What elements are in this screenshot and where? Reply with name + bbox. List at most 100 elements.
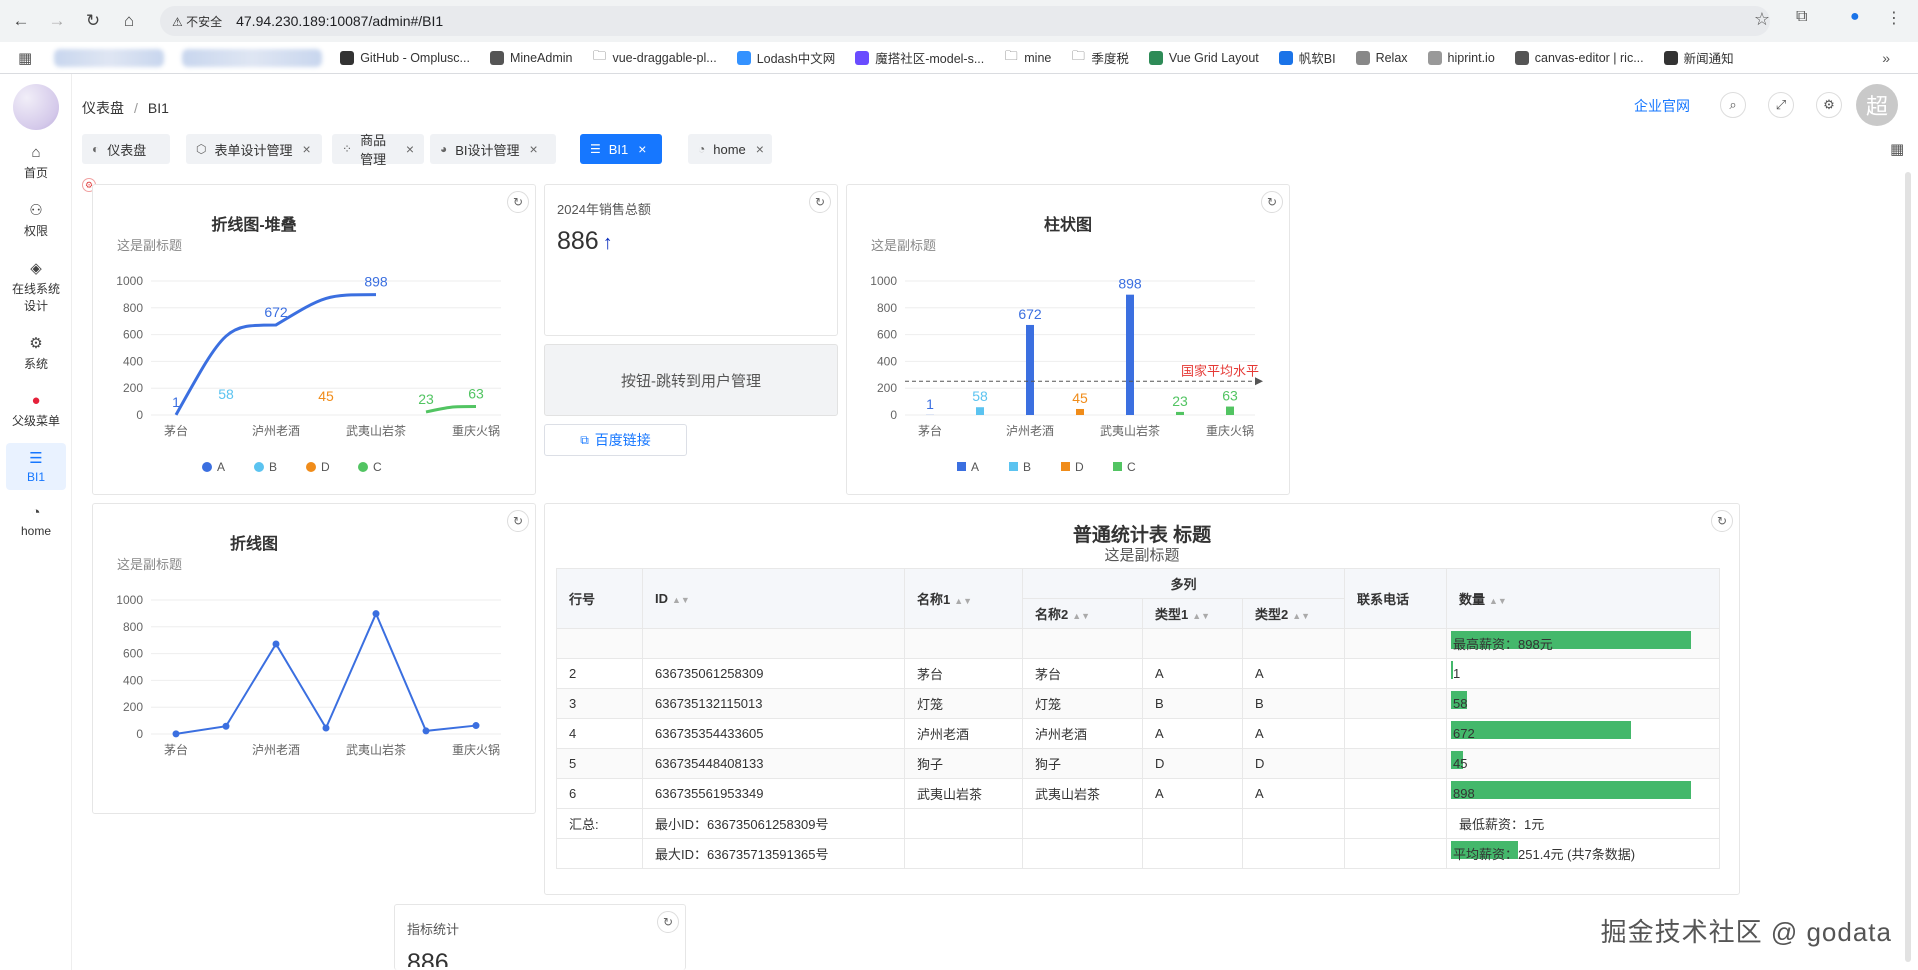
tab-3[interactable]: ◕ BI设计管理 × [430,134,556,164]
jump-user-button[interactable]: 按钮-跳转到用户管理 [544,344,838,416]
bookmark-11[interactable]: canvas-editor | ric... [1514,48,1644,67]
refresh-icon[interactable]: ↻ [809,191,831,213]
col-qty[interactable]: 数量 ▲▼ [1446,568,1720,629]
close-icon[interactable]: × [638,141,646,157]
legend-label: B [269,460,277,474]
data-label: 58 [218,386,234,402]
back-icon[interactable]: ← [6,6,36,36]
wechat-icon: ◔ [31,504,41,521]
x-tick-label: 茅台 [164,423,188,438]
star-icon[interactable]: ☆ [1754,9,1770,30]
cell-type2: A [1242,718,1345,749]
table-row[interactable]: 5 636735448408133 狗子 狗子 D D 45 [556,748,1720,779]
baidu-link-button[interactable]: ⧉ 百度链接 [544,424,687,456]
cube-icon: ⬡ [196,142,207,156]
bookmark-3[interactable]: Lodash中文网 [736,48,835,67]
kebab-menu-icon[interactable]: ⋮ [1886,8,1902,28]
sort-icon: ▲▼ [1192,611,1211,621]
bookmark-4[interactable]: 魔搭社区-model-s... [855,48,984,67]
table-row[interactable]: 最高薪资：898元 [556,628,1720,659]
tab-5[interactable]: ◔ home × [688,134,772,164]
legend-label: C [1127,460,1136,474]
x-tick-label: 武夷山岩茶 [1100,423,1160,438]
data-label: 898 [364,274,388,290]
table-row[interactable]: 2 636735061258309 茅台 茅台 A A 1 [556,658,1720,689]
avatar[interactable]: 超 [1856,84,1898,126]
col-type2[interactable]: 类型2 ▲▼ [1242,598,1345,629]
breadcrumb-item[interactable]: 仪表盘 [82,100,124,116]
bookmark-9[interactable]: Relax [1355,48,1408,67]
legend-swatch [1113,462,1122,471]
cell-name2: 茅台 [1022,658,1143,689]
tab-4[interactable]: ☰ BI1 × [580,134,662,164]
close-icon[interactable]: × [406,141,414,157]
reload-icon[interactable]: ↻ [78,6,108,36]
search-icon[interactable]: ⌕ [1720,92,1746,118]
url-text[interactable]: 47.94.230.189:10087/admin#/BI1 [236,13,443,29]
bookmark-5[interactable]: 🗀 mine [1004,48,1052,67]
forward-icon[interactable]: → [42,6,72,36]
sidebar-item-5[interactable]: ☰ BI1 [6,443,66,490]
bookmark-2[interactable]: 🗀 vue-draggable-pl... [592,47,717,67]
refresh-icon[interactable]: ↻ [657,911,679,933]
blurred-bookmark[interactable] [182,48,323,67]
indicator-stat-card: ↻ 指标统计 886 [394,904,686,970]
summary-min-id: 最小ID：636735061258309号 [642,808,905,839]
sidebar-item-4[interactable]: ● 父级菜单 [6,386,66,435]
github-icon [340,50,355,65]
summary-label: 汇总: [556,808,643,839]
bookmark-0[interactable]: GitHub - Omplusc... [340,48,470,67]
legend-label: A [217,460,225,474]
col-name1[interactable]: 名称1 ▲▼ [904,568,1023,629]
sidebar-item-0[interactable]: ⌂ 首页 [6,138,66,187]
table-row[interactable]: 4 636735354433605 泸州老酒 泸州老酒 A A 672 [556,718,1720,749]
address-bar[interactable]: ⚠ 不安全 47.94.230.189:10087/admin#/BI1 [160,6,1770,36]
line-chart: 0 200 400 600 800 1000 茅台 泸州老酒 武夷山岩茶 重庆火锅 [116,593,501,757]
y-tick-label: 600 [123,328,143,342]
summary-max-id: 最大ID：636735713591365号 [642,838,905,869]
tab-grid-icon[interactable]: ▦ [1890,140,1904,158]
app-logo[interactable] [12,84,59,130]
bookmark-6[interactable]: 🗀 季度税 [1071,48,1129,67]
tab-1[interactable]: ⬡ 表单设计管理 × [186,134,322,164]
insecure-indicator[interactable]: ⚠ 不安全 [172,13,222,30]
table-subtitle: 这是副标题 [1104,547,1180,564]
tab-0[interactable]: ◐ 仪表盘 [82,134,170,164]
sidebar-item-3[interactable]: ⚙ 系统 [6,328,66,378]
bookmark-1[interactable]: MineAdmin [489,48,572,67]
legend-label: B [1023,460,1031,474]
more-bookmarks-icon[interactable]: » [1882,50,1890,66]
apps-grid-icon[interactable]: ▦ [18,49,32,67]
close-icon[interactable]: × [756,141,764,157]
sort-icon: ▲▼ [954,596,973,606]
bookmark-12[interactable]: 新闻通知 [1663,48,1734,67]
fullscreen-icon[interactable]: ⤢ [1768,92,1794,118]
close-icon[interactable]: × [303,141,311,157]
settings-gear-icon[interactable]: ⚙ [1816,92,1842,118]
bookmark-8[interactable]: 帆软BI [1278,48,1336,67]
col-row: 行号 [556,568,643,629]
bookmark-7[interactable]: Vue Grid Layout [1148,48,1259,67]
extensions-icon[interactable]: ⧉ [1796,8,1807,26]
sidebar-item-2[interactable]: ◈ 在线系统设计 [6,253,66,320]
x-tick-label: 泸州老酒 [252,743,300,757]
cell-id: 636735448408133 [642,748,905,779]
bookmark-10[interactable]: hiprint.io [1427,48,1495,67]
table-row[interactable]: 3 636735132115013 灯笼 灯笼 B B 58 [556,688,1720,719]
bookmarks-bar: ▦ GitHub - Omplusc... MineAdmin 🗀 vue-dragg… [0,42,1918,74]
home-browser-icon[interactable]: ⌂ [114,6,144,36]
scrollbar[interactable] [1905,172,1911,962]
tab-2[interactable]: ⁘ 商品管理 × [332,133,424,167]
average-line-label: 国家平均水平 [1181,363,1259,378]
table-row[interactable]: 6 636735561953349 武夷山岩茶 武夷山岩茶 A A 898 [556,778,1720,809]
col-type1[interactable]: 类型1 ▲▼ [1142,598,1243,629]
close-icon[interactable]: × [530,141,538,157]
cell-type1: A [1142,658,1243,689]
col-id[interactable]: ID ▲▼ [642,568,905,629]
profile-icon[interactable]: ● [1850,8,1860,26]
blurred-bookmark[interactable] [54,48,165,67]
y-tick-label: 200 [123,700,143,714]
site-link[interactable]: 企业官网 [1634,96,1690,116]
folder-icon: 🗀 [592,47,606,63]
col-name2[interactable]: 名称2 ▲▼ [1022,598,1143,629]
